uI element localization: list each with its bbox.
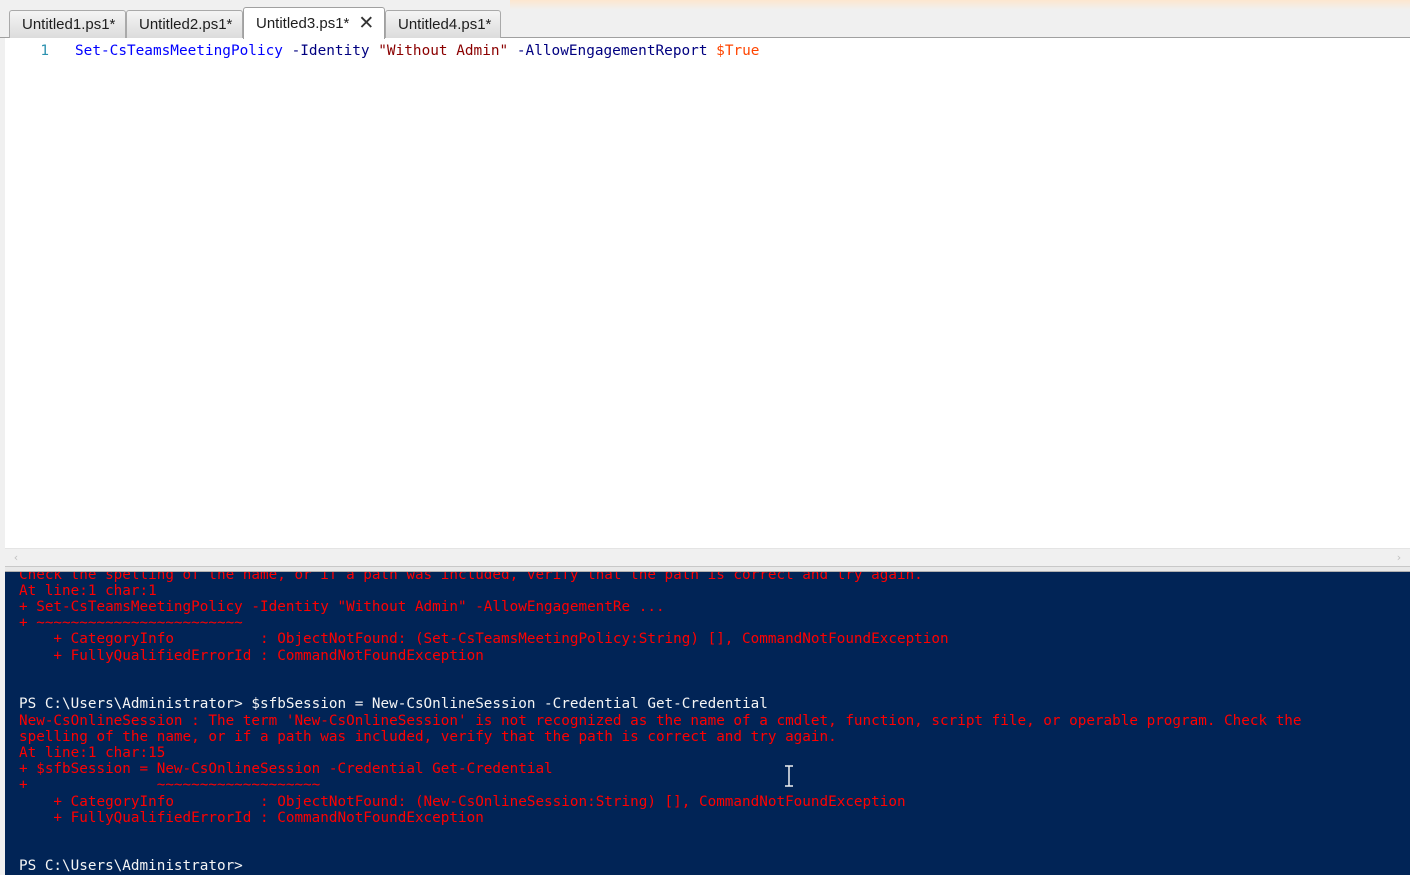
console-line: At line:1 char:1 [19,583,157,599]
console-line: + ~~~~~~~~~~~~~~~~~~~~~~~~ [19,615,243,631]
tab-label: Untitled2.ps1* [139,16,233,33]
code-line[interactable]: Set-CsTeamsMeetingPolicy -Identity "With… [75,41,759,61]
token-parameter: -AllowEngagementReport [508,43,717,59]
script-editor[interactable]: 1 Set-CsTeamsMeetingPolicy -Identity "Wi… [5,38,1410,548]
console-line: + FullyQualifiedErrorId : CommandNotFoun… [19,810,484,826]
tab-untitled4[interactable]: Untitled4.ps1* [385,10,501,38]
console-prompt-line: PS C:\Users\Administrator> $sfbSession =… [19,696,768,712]
line-number: 1 [40,43,49,59]
tab-bar: Untitled1.ps1* Untitled2.ps1* Untitled3.… [0,0,1410,39]
tab-untitled3[interactable]: Untitled3.ps1* ✕ [243,7,385,39]
console-line: At line:1 char:15 [19,745,166,761]
console-line: New-CsOnlineSession : The term 'New-CsOn… [19,713,1302,729]
tab-label: Untitled3.ps1* [256,15,350,32]
console-line: + CategoryInfo : ObjectNotFound: (New-Cs… [19,794,906,810]
tab-untitled2[interactable]: Untitled2.ps1* [126,10,243,38]
token-variable: $True [716,43,760,59]
tab-untitled1[interactable]: Untitled1.ps1* [9,10,126,38]
tab-label: Untitled1.ps1* [22,16,116,33]
console-line: spelling of the name, or if a path was i… [19,729,837,745]
token-cmdlet: Set-CsTeamsMeetingPolicy [75,43,283,59]
scroll-left-icon[interactable]: ‹ [7,549,25,566]
text-cursor-icon [785,765,793,787]
title-glow [510,0,1410,10]
close-icon[interactable]: ✕ [358,14,374,33]
token-parameter: -Identity [282,43,379,59]
console-prompt-line[interactable]: PS C:\Users\Administrator> [19,858,243,874]
scroll-right-icon[interactable]: › [1390,549,1408,566]
horizontal-scrollbar[interactable]: ‹ › [5,548,1410,566]
console-line: + Set-CsTeamsMeetingPolicy -Identity "Wi… [19,599,665,615]
console-line: + CategoryInfo : ObjectNotFound: (Set-Cs… [19,631,949,647]
tab-label: Untitled4.ps1* [398,16,492,33]
console-line: Check the spelling of the name, or if a … [19,572,923,583]
console-pane[interactable]: Check the spelling of the name, or if a … [5,572,1410,875]
console-line: + ~~~~~~~~~~~~~~~~~~~ [19,777,321,793]
console-line: + $sfbSession = New-CsOnlineSession -Cre… [19,761,553,777]
console-line: + FullyQualifiedErrorId : CommandNotFoun… [19,648,484,664]
token-string: "Without Admin" [378,43,509,59]
